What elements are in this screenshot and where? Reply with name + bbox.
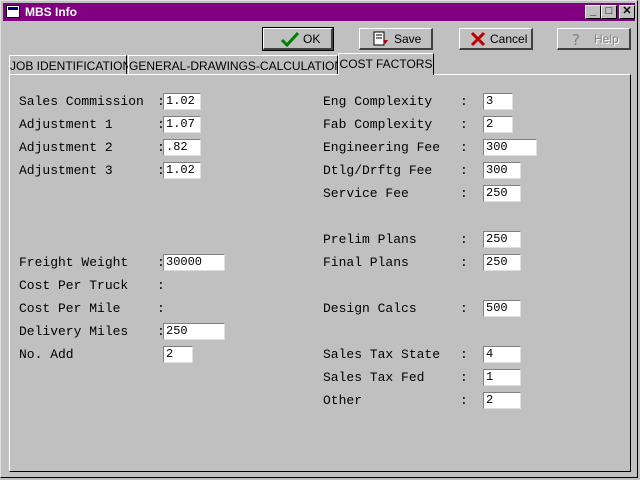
prelim-plans-label: Prelim Plans <box>323 232 417 247</box>
engineering-fee-label: Engineering Fee <box>323 140 441 155</box>
design-calcs-label: Design Calcs <box>323 301 417 316</box>
engineering-fee-field[interactable]: 300 <box>483 139 537 156</box>
close-icon: ✕ <box>622 5 632 17</box>
colon-separator: : <box>460 370 468 385</box>
tab-general-drawings-calculations[interactable]: GENERAL-DRAWINGS-CALCULATIONS <box>128 55 351 75</box>
colon-separator: : <box>157 301 165 316</box>
adjustment-1-field[interactable]: 1.07 <box>163 116 201 133</box>
sales-tax-state-label: Sales Tax State <box>323 347 441 362</box>
dtlg-drftg-fee-field[interactable]: 300 <box>483 162 521 179</box>
colon-separator: : <box>460 117 468 132</box>
fab-complexity-label: Fab Complexity <box>323 117 433 132</box>
no-add-label: No. Add <box>19 347 74 362</box>
ok-label: OK <box>303 32 321 46</box>
mbs-info-window: MBS Info _ □ ✕ OK Save Cancel ? Help JOB… <box>0 0 638 478</box>
help-button[interactable]: ? Help <box>557 28 631 50</box>
design-calcs-field[interactable]: 500 <box>483 300 521 317</box>
help-question-icon: ? <box>572 31 580 47</box>
no-add-field[interactable]: 2 <box>163 346 193 363</box>
tab-label: GENERAL-DRAWINGS-CALCULATIONS <box>129 59 352 73</box>
delivery-miles-label: Delivery Miles <box>19 324 129 339</box>
freight-weight-field[interactable]: 30000 <box>163 254 225 271</box>
adjustment-3-field[interactable]: 1.02 <box>163 162 201 179</box>
cost-per-truck-label: Cost Per Truck <box>19 278 129 293</box>
prelim-plans-field[interactable]: 250 <box>483 231 521 248</box>
cost-factors-panel <box>9 74 631 472</box>
minimize-icon: _ <box>589 5 597 17</box>
sales-tax-fed-field[interactable]: 1 <box>483 369 521 386</box>
colon-separator: : <box>157 278 165 293</box>
tab-label: JOB IDENTIFICATION <box>10 59 132 73</box>
service-fee-field[interactable]: 250 <box>483 185 521 202</box>
adjustment-3-label: Adjustment 3 <box>19 163 113 178</box>
app-icon[interactable] <box>6 5 20 18</box>
save-button[interactable]: Save <box>359 28 433 50</box>
save-document-icon <box>373 31 388 46</box>
final-plans-label: Final Plans <box>323 255 409 270</box>
final-plans-field[interactable]: 250 <box>483 254 521 271</box>
colon-separator: : <box>460 393 468 408</box>
ok-button[interactable]: OK <box>262 27 334 51</box>
dtlg-drftg-fee-label: Dtlg/Drftg Fee <box>323 163 433 178</box>
sales-commission-label: Sales Commission <box>19 94 144 109</box>
colon-separator: : <box>460 163 468 178</box>
colon-separator: : <box>460 232 468 247</box>
other-label: Other <box>323 393 363 408</box>
adjustment-2-label: Adjustment 2 <box>19 140 113 155</box>
cancel-button[interactable]: Cancel <box>459 28 533 50</box>
maximize-button[interactable]: □ <box>601 5 617 19</box>
colon-separator: : <box>460 186 468 201</box>
sales-tax-fed-label: Sales Tax Fed <box>323 370 425 385</box>
maximize-icon: □ <box>605 5 613 17</box>
save-label: Save <box>394 32 422 46</box>
service-fee-label: Service Fee <box>323 186 409 201</box>
svg-text:?: ? <box>572 31 580 47</box>
tab-cost-factors[interactable]: COST FACTORS <box>338 53 434 75</box>
minimize-button[interactable]: _ <box>585 5 601 19</box>
delivery-miles-field[interactable]: 250 <box>163 323 225 340</box>
cancel-label: Cancel <box>490 32 528 46</box>
colon-separator: : <box>460 140 468 155</box>
cost-per-mile-label: Cost Per Mile <box>19 301 121 316</box>
colon-separator: : <box>460 301 468 316</box>
help-label: Help <box>594 32 619 46</box>
fab-complexity-field[interactable]: 2 <box>483 116 513 133</box>
tab-job-identification[interactable]: JOB IDENTIFICATION <box>9 55 131 75</box>
colon-separator: : <box>460 255 468 270</box>
colon-separator: : <box>460 347 468 362</box>
eng-complexity-label: Eng Complexity <box>323 94 433 109</box>
checkmark-icon <box>280 31 300 47</box>
cancel-x-icon <box>470 31 486 47</box>
adjustment-1-label: Adjustment 1 <box>19 117 113 132</box>
freight-weight-label: Freight Weight <box>19 255 129 270</box>
adjustment-2-field[interactable]: .82 <box>163 139 201 156</box>
sales-tax-state-field[interactable]: 4 <box>483 346 521 363</box>
tab-label: COST FACTORS <box>339 57 433 71</box>
close-button[interactable]: ✕ <box>619 5 635 19</box>
sales-commission-field[interactable]: 1.02 <box>163 93 201 110</box>
title-bar[interactable]: MBS Info _ □ ✕ <box>3 3 635 21</box>
other-field[interactable]: 2 <box>483 392 521 409</box>
colon-separator: : <box>460 94 468 109</box>
eng-complexity-field[interactable]: 3 <box>483 93 513 110</box>
window-title: MBS Info <box>25 5 77 19</box>
